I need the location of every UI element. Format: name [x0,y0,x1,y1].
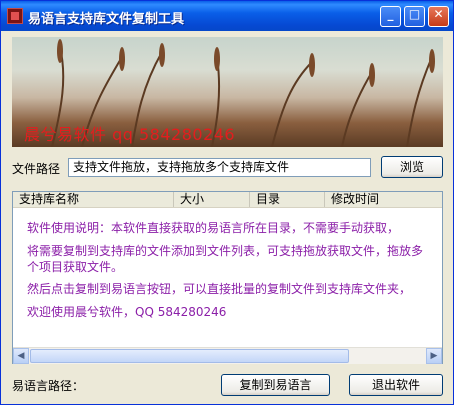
info-line: 个项目获取文件。 [27,260,124,274]
file-path-label: 文件路径 [12,162,61,176]
info-line: 软件使用说明：本软件直接获取的易语言所在目录，不需要手动获取， [27,221,400,235]
main-window: 易语言支持库文件复制工具 _ □ ✕ 晨兮易软件 qq 584280246 文件… [0,0,454,405]
minimize-button[interactable]: _ [380,6,401,27]
scroll-left-icon[interactable]: ◀ [13,348,29,364]
horizontal-scrollbar[interactable]: ◀ ▶ [13,347,442,364]
column-header-size[interactable]: 大小 [174,192,250,207]
file-path-input[interactable]: 支持文件拖放，支持拖放多个支持库文件 [68,158,371,177]
scroll-thumb[interactable] [30,349,349,363]
column-header-modified[interactable]: 修改时间 [325,192,442,207]
browse-button[interactable]: 浏览 [381,156,443,178]
column-header-name[interactable]: 支持库名称 [13,192,174,207]
language-path-label: 易语言路径： [12,379,85,393]
maximize-button[interactable]: □ [404,6,425,27]
info-line: 然后点击复制到易语言按钮，可以直接批量的复制文件到支持库文件夹， [27,282,412,296]
exit-button[interactable]: 退出软件 [349,374,443,396]
window-title: 易语言支持库文件复制工具 [28,12,185,27]
list-header: 支持库名称 大小 目录 修改时间 [13,192,442,208]
scroll-right-icon[interactable]: ▶ [426,348,442,364]
file-list[interactable]: 支持库名称 大小 目录 修改时间 软件使用说明：本软件直接获取的易语言所在目录，… [12,191,443,364]
banner-image: 晨兮易软件 qq 584280246 [12,37,443,147]
info-line: 将需要复制到支持库的文件添加到文件列表，可支持拖放获取文件，拖放多 [27,244,424,258]
column-header-directory[interactable]: 目录 [250,192,325,207]
close-button[interactable]: ✕ [428,6,449,27]
copy-to-language-button[interactable]: 复制到易语言 [221,374,330,396]
app-icon [7,8,23,24]
banner-text: 晨兮易软件 qq 584280246 [24,125,236,144]
title-bar[interactable]: 易语言支持库文件复制工具 _ □ ✕ [1,1,453,31]
info-line: 欢迎使用晨兮软件，QQ 584280246 [27,305,227,319]
